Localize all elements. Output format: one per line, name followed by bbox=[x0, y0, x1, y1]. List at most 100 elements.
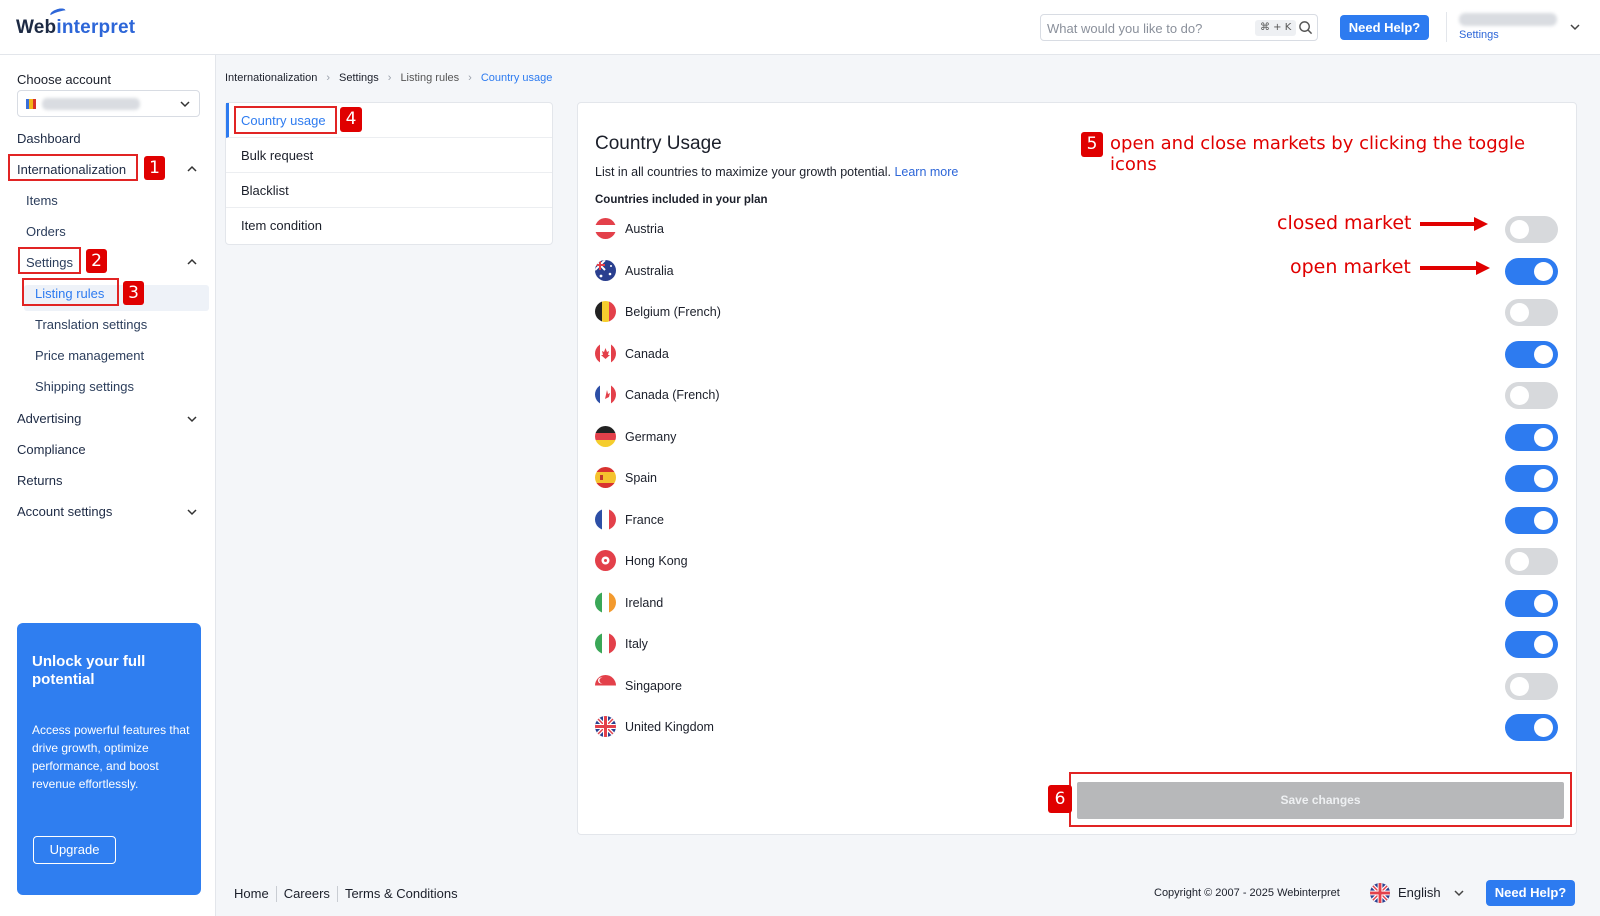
nav-advertising[interactable]: Advertising bbox=[17, 411, 81, 426]
canada-french-flag-icon bbox=[595, 384, 616, 405]
toggle-knob bbox=[1510, 677, 1529, 696]
user-settings-link[interactable]: Settings bbox=[1459, 29, 1499, 41]
chevron-up-icon[interactable] bbox=[186, 163, 198, 175]
submenu-blacklist[interactable]: Blacklist bbox=[226, 173, 552, 208]
france-flag-icon bbox=[595, 509, 616, 530]
country-row-france: France bbox=[595, 505, 1558, 535]
nav-dashboard[interactable]: Dashboard bbox=[17, 131, 81, 146]
annotation-box-3 bbox=[22, 278, 119, 306]
country-name: Italy bbox=[625, 637, 648, 651]
nav-items[interactable]: Items bbox=[26, 193, 58, 208]
annotation-number-3: 3 bbox=[123, 281, 144, 305]
footer-careers-link[interactable]: Careers bbox=[284, 886, 330, 902]
annotation-number-1: 1 bbox=[144, 156, 165, 180]
country-name: Belgium (French) bbox=[625, 305, 721, 319]
search-box[interactable]: ⌘ + K bbox=[1040, 14, 1318, 41]
chevron-down-icon[interactable] bbox=[186, 413, 198, 425]
singapore-flag-icon bbox=[595, 675, 616, 696]
nav-compliance[interactable]: Compliance bbox=[17, 442, 86, 457]
promo-body: Access powerful features that drive grow… bbox=[32, 723, 190, 791]
page-title: Country Usage bbox=[595, 133, 722, 154]
annotation-box-1 bbox=[8, 154, 138, 181]
webinterpret-logo[interactable]: Webinterpret bbox=[16, 17, 135, 39]
footer-home-link[interactable]: Home bbox=[234, 886, 269, 902]
nav-shipping-settings[interactable]: Shipping settings bbox=[35, 379, 134, 394]
page-description: List in all countries to maximize your g… bbox=[595, 165, 958, 179]
toggle-hong-kong[interactable] bbox=[1505, 548, 1558, 575]
toggle-singapore[interactable] bbox=[1505, 673, 1558, 700]
breadcrumb-settings[interactable]: Settings bbox=[339, 72, 379, 84]
annotation-number-5: 5 bbox=[1081, 132, 1103, 157]
toggle-belgium-french[interactable] bbox=[1505, 299, 1558, 326]
nav-account-settings[interactable]: Account settings bbox=[17, 504, 112, 519]
toggle-united-kingdom[interactable] bbox=[1505, 714, 1558, 741]
chevron-down-icon[interactable] bbox=[186, 506, 198, 518]
toggle-knob bbox=[1534, 345, 1553, 364]
need-help-button[interactable]: Need Help? bbox=[1340, 15, 1429, 40]
country-row-belgium-french: Belgium (French) bbox=[595, 297, 1558, 327]
breadcrumb-internationalization[interactable]: Internationalization bbox=[225, 72, 317, 84]
toggle-italy[interactable] bbox=[1505, 631, 1558, 658]
upgrade-button[interactable]: Upgrade bbox=[33, 836, 116, 864]
chevron-down-icon[interactable] bbox=[1568, 20, 1582, 34]
nav-price-management[interactable]: Price management bbox=[35, 348, 144, 363]
promo-title: Unlock your full potential bbox=[32, 653, 146, 688]
need-help-footer-button[interactable]: Need Help? bbox=[1486, 880, 1575, 906]
country-row-germany: Germany bbox=[595, 422, 1558, 452]
arrow-right-icon bbox=[1420, 266, 1478, 270]
footer-divider bbox=[336, 886, 338, 902]
learn-more-link[interactable]: Learn more bbox=[894, 165, 958, 179]
country-name: Germany bbox=[625, 430, 677, 444]
toggle-knob bbox=[1510, 552, 1529, 571]
italy-flag-icon bbox=[595, 633, 616, 654]
submenu-label: Blacklist bbox=[241, 183, 289, 198]
toggle-ireland[interactable] bbox=[1505, 590, 1558, 617]
search-icon[interactable] bbox=[1298, 20, 1313, 35]
country-row-spain: Spain bbox=[595, 463, 1558, 493]
annotation-instruction: open and close markets by clicking the t… bbox=[1110, 133, 1526, 175]
toggle-canada-french[interactable] bbox=[1505, 382, 1558, 409]
chevron-down-icon bbox=[180, 101, 190, 108]
country-name: Ireland bbox=[625, 596, 664, 610]
nav-orders[interactable]: Orders bbox=[26, 224, 66, 239]
breadcrumb-separator-icon: › bbox=[326, 72, 331, 84]
canada-flag-icon bbox=[595, 343, 616, 364]
submenu-bulk-request[interactable]: Bulk request bbox=[226, 138, 552, 173]
country-name: France bbox=[625, 513, 664, 527]
toggle-spain[interactable] bbox=[1505, 465, 1558, 492]
toggle-austria[interactable] bbox=[1505, 216, 1558, 243]
australia-flag-icon bbox=[595, 260, 616, 281]
breadcrumb-separator-icon: › bbox=[387, 72, 392, 84]
toggle-france[interactable] bbox=[1505, 507, 1558, 534]
nav-returns[interactable]: Returns bbox=[17, 473, 63, 488]
arrow-head-icon bbox=[1476, 261, 1490, 275]
toggle-germany[interactable] bbox=[1505, 424, 1558, 451]
ireland-flag-icon bbox=[595, 592, 616, 613]
submenu-label: Bulk request bbox=[241, 148, 314, 163]
toggle-knob bbox=[1510, 220, 1529, 239]
chevron-down-icon[interactable] bbox=[1452, 886, 1466, 900]
toggle-australia[interactable] bbox=[1505, 258, 1558, 285]
country-name: Singapore bbox=[625, 679, 682, 693]
submenu-item-condition[interactable]: Item condition bbox=[226, 208, 552, 243]
account-select[interactable] bbox=[17, 90, 200, 117]
language-selector[interactable]: English bbox=[1398, 885, 1441, 900]
toggle-knob bbox=[1534, 594, 1553, 613]
country-name: Spain bbox=[625, 471, 657, 485]
breadcrumb-listing-rules[interactable]: Listing rules bbox=[400, 72, 459, 84]
toggle-knob bbox=[1534, 718, 1553, 737]
belgium-flag-icon bbox=[595, 301, 616, 322]
toggle-knob bbox=[1510, 303, 1529, 322]
upgrade-promo-card: Unlock your full potential Access powerf… bbox=[17, 623, 201, 895]
chevron-up-icon[interactable] bbox=[186, 256, 198, 268]
nav-translation-settings[interactable]: Translation settings bbox=[35, 317, 147, 332]
save-changes-button[interactable]: Save changes bbox=[1077, 782, 1564, 819]
search-input[interactable] bbox=[1047, 19, 1247, 37]
account-flag-icon bbox=[26, 99, 36, 109]
toggle-canada[interactable] bbox=[1505, 341, 1558, 368]
germany-flag-icon bbox=[595, 426, 616, 447]
country-name: Canada bbox=[625, 347, 669, 361]
toggle-knob bbox=[1534, 428, 1553, 447]
footer-terms-link[interactable]: Terms & Conditions bbox=[345, 886, 458, 902]
copyright-text: Copyright © 2007 - 2025 Webinterpret bbox=[1154, 887, 1340, 899]
